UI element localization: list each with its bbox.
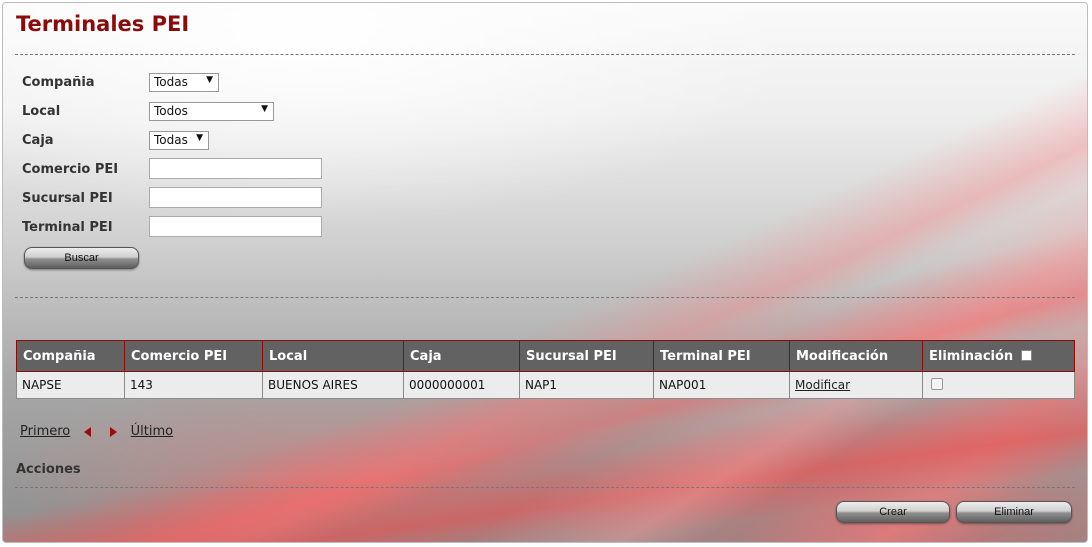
chevron-down-icon: ▼ — [261, 104, 268, 114]
last-page-link[interactable]: Último — [131, 424, 173, 439]
actions-heading: Acciones — [16, 462, 81, 477]
cell-compania: NAPSE — [16, 371, 125, 399]
compania-label: Compañia — [22, 75, 95, 90]
delete-button[interactable]: Eliminar — [956, 501, 1072, 523]
compania-select[interactable]: Todas ▼ — [149, 73, 219, 92]
select-all-checkbox[interactable] — [1020, 349, 1032, 361]
local-select[interactable]: Todos ▼ — [149, 102, 274, 121]
divider — [15, 297, 1075, 298]
caja-select[interactable]: Todas ▼ — [149, 131, 209, 150]
column-header-local: Local — [262, 340, 404, 372]
cell-terminal-pei: NAP001 — [653, 371, 790, 399]
caja-label: Caja — [22, 133, 54, 148]
cell-comercio-pei: 143 — [124, 371, 263, 399]
main-panel: Terminales PEI Compañia Todas ▼ Local To… — [2, 2, 1088, 543]
previous-page-icon[interactable] — [84, 426, 92, 437]
column-header-comercio-pei: Comercio PEI — [124, 340, 263, 372]
sucursal-pei-input[interactable] — [149, 187, 322, 208]
chevron-down-icon: ▼ — [196, 133, 203, 143]
caja-select-value: Todas — [154, 133, 188, 147]
next-page-icon[interactable] — [109, 426, 117, 437]
cell-local: BUENOS AIRES — [262, 371, 404, 399]
comercio-pei-input[interactable] — [149, 158, 322, 179]
modify-link[interactable]: Modificar — [795, 378, 850, 392]
table-row: NAPSE 143 BUENOS AIRES 0000000001 NAP1 N… — [16, 371, 1075, 399]
column-header-sucursal-pei: Sucursal PEI — [519, 340, 654, 372]
cell-sucursal-pei: NAP1 — [519, 371, 654, 399]
terminal-pei-input[interactable] — [149, 216, 322, 237]
comercio-pei-label: Comercio PEI — [22, 162, 119, 177]
terminal-pei-label: Terminal PEI — [22, 220, 113, 235]
local-select-value: Todos — [154, 104, 188, 118]
divider — [15, 487, 1075, 488]
compania-select-value: Todas — [154, 75, 188, 89]
column-header-eliminacion: Eliminación — [922, 340, 1075, 372]
local-label: Local — [22, 104, 61, 119]
column-header-compania: Compañia — [16, 340, 125, 372]
page-title: Terminales PEI — [16, 12, 190, 36]
cell-eliminacion — [922, 371, 1075, 399]
divider — [15, 54, 1075, 55]
sucursal-pei-label: Sucursal PEI — [22, 191, 113, 206]
chevron-down-icon: ▼ — [206, 75, 213, 85]
first-page-link[interactable]: Primero — [20, 424, 70, 439]
table-header-row: Compañia Comercio PEI Local Caja Sucursa… — [16, 340, 1075, 372]
column-header-terminal-pei: Terminal PEI — [653, 340, 790, 372]
pagination: Primero Último — [20, 424, 173, 439]
create-button[interactable]: Crear — [836, 501, 950, 523]
column-header-modificacion: Modificación — [789, 340, 923, 372]
row-delete-checkbox[interactable] — [931, 377, 943, 390]
eliminacion-header-label: Eliminación — [929, 348, 1014, 364]
search-button[interactable]: Buscar — [24, 247, 139, 269]
cell-modificacion: Modificar — [789, 371, 923, 399]
cell-caja: 0000000001 — [403, 371, 520, 399]
column-header-caja: Caja — [403, 340, 520, 372]
terminals-table: Compañia Comercio PEI Local Caja Sucursa… — [16, 340, 1075, 399]
